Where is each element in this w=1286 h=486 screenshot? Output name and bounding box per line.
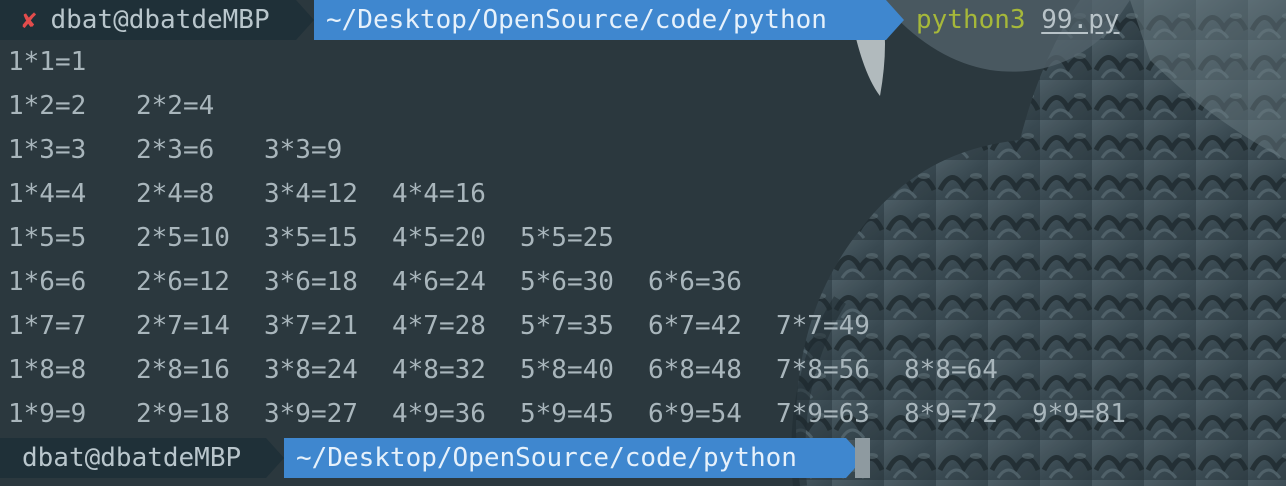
- text-cursor: [855, 438, 870, 478]
- prompt-line-1: ✘ dbat@dbatdeMBP ~/Desktop/OpenSource/cod…: [0, 0, 1120, 40]
- output-cell: 5*5=25: [520, 223, 614, 253]
- output-cell: 3*4=12: [264, 179, 358, 209]
- command-line[interactable]: python3 99.py: [916, 5, 1120, 35]
- output-cell: 4*4=16: [392, 179, 486, 209]
- command-argument: 99.py: [1041, 5, 1120, 35]
- output-cell: 6*7=42: [648, 311, 742, 341]
- output-cell: 5*6=30: [520, 267, 614, 297]
- output-cell: 7*7=49: [776, 311, 870, 341]
- output-cell: 1*2=2: [8, 91, 87, 121]
- output-cell: 3*6=18: [264, 267, 358, 297]
- output-cell: 1*5=5: [8, 223, 87, 253]
- path-segment: ~/Desktop/OpenSource/code/python: [314, 0, 904, 40]
- output-cell: 5*8=40: [520, 355, 614, 385]
- segment-arrow: [266, 438, 284, 478]
- output-cell: 2*2=4: [136, 91, 215, 121]
- output-cell: 7*9=63: [776, 399, 870, 429]
- user-host-label: dbat@dbatdeMBP: [22, 443, 242, 473]
- output-cell: 8*9=72: [904, 399, 998, 429]
- path-label: ~/Desktop/OpenSource/code/python: [296, 443, 797, 473]
- output-cell: 4*7=28: [392, 311, 486, 341]
- output-cell: 1*1=1: [8, 47, 87, 77]
- path-label: ~/Desktop/OpenSource/code/python: [326, 5, 827, 35]
- output-cell: 3*8=24: [264, 355, 358, 385]
- output-cell: 4*8=32: [392, 355, 486, 385]
- error-x-icon: ✘: [22, 6, 37, 34]
- output-cell: 2*4=8: [136, 179, 215, 209]
- output-cell: 1*7=7: [8, 311, 87, 341]
- output-cell: 3*3=9: [264, 135, 343, 165]
- output-cell: 4*9=36: [392, 399, 486, 429]
- prompt-line-2: dbat@dbatdeMBP ~/Desktop/OpenSource/code…: [0, 438, 864, 478]
- output-cell: 1*4=4: [8, 179, 87, 209]
- output-cell: 8*8=64: [904, 355, 998, 385]
- output-cell: 7*8=56: [776, 355, 870, 385]
- output-cell: 3*9=27: [264, 399, 358, 429]
- output-cell: 5*9=45: [520, 399, 614, 429]
- output-cell: 6*6=36: [648, 267, 742, 297]
- user-host-segment: dbat@dbatdeMBP: [0, 438, 284, 478]
- output-cell: 4*5=20: [392, 223, 486, 253]
- user-host-segment: ✘ dbat@dbatdeMBP: [0, 0, 314, 40]
- output-cell: 2*7=14: [136, 311, 230, 341]
- output-cell: 9*9=81: [1032, 399, 1126, 429]
- path-segment: ~/Desktop/OpenSource/code/python: [284, 438, 864, 478]
- output-cell: 1*6=6: [8, 267, 87, 297]
- output-cell: 3*5=15: [264, 223, 358, 253]
- output-cell: 2*9=18: [136, 399, 230, 429]
- terminal-window[interactable]: ✘ dbat@dbatdeMBP ~/Desktop/OpenSource/cod…: [0, 0, 1286, 486]
- command-name: python3: [916, 5, 1026, 35]
- output-cell: 6*8=48: [648, 355, 742, 385]
- output-cell: 2*6=12: [136, 267, 230, 297]
- output-cell: 1*3=3: [8, 135, 87, 165]
- output-cell: 2*8=16: [136, 355, 230, 385]
- output-cell: 5*7=35: [520, 311, 614, 341]
- output-cell: 2*5=10: [136, 223, 230, 253]
- output-cell: 3*7=21: [264, 311, 358, 341]
- output-cell: 1*9=9: [8, 399, 87, 429]
- segment-arrow: [296, 0, 314, 40]
- output-cell: 6*9=54: [648, 399, 742, 429]
- output-cell: 1*8=8: [8, 355, 87, 385]
- user-host-label: dbat@dbatdeMBP: [50, 5, 270, 35]
- output-cell: 4*6=24: [392, 267, 486, 297]
- segment-arrow: [886, 0, 904, 40]
- output-cell: 2*3=6: [136, 135, 215, 165]
